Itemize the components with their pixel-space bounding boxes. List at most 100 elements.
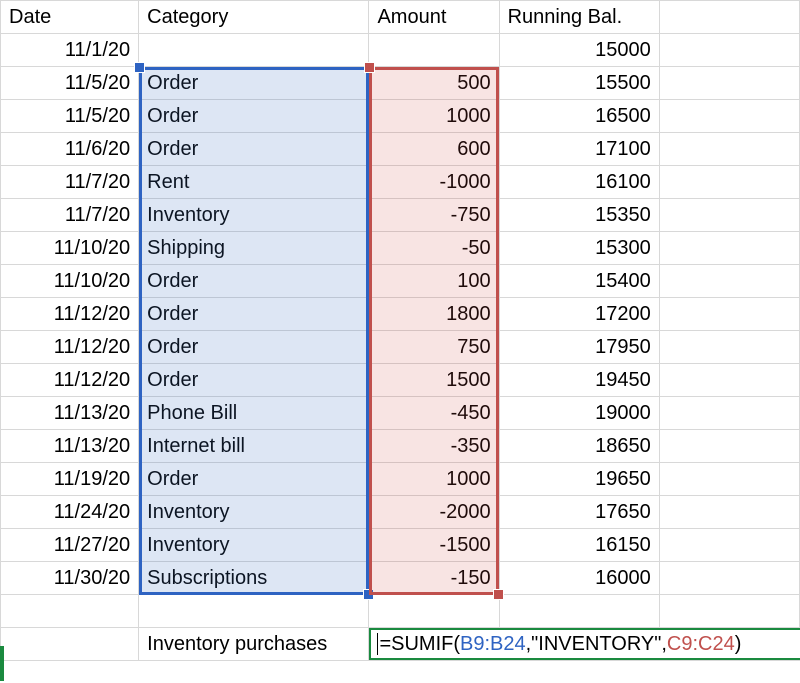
cell-running[interactable]: 19450 [499, 364, 659, 397]
empty-cell[interactable] [659, 298, 799, 331]
empty-cell[interactable] [659, 232, 799, 265]
empty-cell[interactable] [659, 133, 799, 166]
cell-date[interactable]: 11/12/20 [1, 298, 139, 331]
cell-amount[interactable]: -150 [369, 562, 499, 595]
cell-category[interactable] [139, 34, 369, 67]
cell-running[interactable]: 18650 [499, 430, 659, 463]
empty-cell[interactable] [659, 100, 799, 133]
cell-date[interactable]: 11/6/20 [1, 133, 139, 166]
cell-running[interactable]: 16100 [499, 166, 659, 199]
cell-amount[interactable]: -750 [369, 199, 499, 232]
cell-amount[interactable]: -350 [369, 430, 499, 463]
table-row: 11/13/20Phone Bill-45019000 [1, 397, 800, 430]
cell-date[interactable]: 11/5/20 [1, 100, 139, 133]
cell-amount[interactable]: -1000 [369, 166, 499, 199]
cell-category[interactable]: Order [139, 364, 369, 397]
empty-cell[interactable] [659, 166, 799, 199]
cell-running[interactable]: 17200 [499, 298, 659, 331]
cell-category[interactable]: Order [139, 265, 369, 298]
cell-date[interactable]: 11/24/20 [1, 496, 139, 529]
empty-cell[interactable] [659, 364, 799, 397]
empty-cell[interactable] [659, 397, 799, 430]
formula-text: ) [735, 633, 742, 656]
cell-category[interactable]: Inventory [139, 496, 369, 529]
cell-running[interactable]: 19650 [499, 463, 659, 496]
cell-category[interactable]: Inventory [139, 199, 369, 232]
cell-category[interactable]: Order [139, 463, 369, 496]
cell-running[interactable]: 17950 [499, 331, 659, 364]
table-row: 11/30/20Subscriptions-15016000 [1, 562, 800, 595]
cell-amount[interactable]: 500 [369, 67, 499, 100]
cell-date[interactable]: 11/7/20 [1, 166, 139, 199]
cell-amount[interactable]: 1000 [369, 100, 499, 133]
cell-category[interactable]: Order [139, 331, 369, 364]
spreadsheet-view[interactable]: Date Category Amount Running Bal. 11/1/2… [0, 0, 800, 683]
empty-cell[interactable] [1, 628, 139, 661]
cell-date[interactable]: 11/13/20 [1, 397, 139, 430]
formula-edit-cell[interactable]: =SUMIF(B9:B24,"INVENTORY",C9:C24) [369, 628, 800, 661]
cell-category[interactable]: Order [139, 67, 369, 100]
empty-cell[interactable] [659, 67, 799, 100]
formula-label-cell[interactable]: Inventory purchases [139, 628, 369, 661]
cell-amount[interactable]: -2000 [369, 496, 499, 529]
empty-cell[interactable] [659, 430, 799, 463]
cell-amount[interactable]: 100 [369, 265, 499, 298]
cell-running[interactable]: 15500 [499, 67, 659, 100]
cell-category[interactable]: Order [139, 298, 369, 331]
cell-date[interactable]: 11/19/20 [1, 463, 139, 496]
cell-category[interactable]: Order [139, 133, 369, 166]
header-amount[interactable]: Amount [369, 1, 499, 34]
empty-cell[interactable] [659, 529, 799, 562]
cell-category[interactable]: Subscriptions [139, 562, 369, 595]
cell-date[interactable]: 11/30/20 [1, 562, 139, 595]
cell-amount[interactable]: 750 [369, 331, 499, 364]
cell-running[interactable]: 16000 [499, 562, 659, 595]
cell-amount[interactable]: 1800 [369, 298, 499, 331]
cell-date[interactable]: 11/7/20 [1, 199, 139, 232]
cell-date[interactable]: 11/27/20 [1, 529, 139, 562]
empty-cell[interactable] [659, 496, 799, 529]
cell-category[interactable]: Phone Bill [139, 397, 369, 430]
cell-running[interactable]: 19000 [499, 397, 659, 430]
cell-date[interactable]: 11/12/20 [1, 364, 139, 397]
cell-running[interactable]: 15000 [499, 34, 659, 67]
cell-amount[interactable]: 1000 [369, 463, 499, 496]
cell-running[interactable]: 15350 [499, 199, 659, 232]
cell-date[interactable]: 11/10/20 [1, 265, 139, 298]
cell-category[interactable]: Shipping [139, 232, 369, 265]
cell-running[interactable]: 17650 [499, 496, 659, 529]
cell-category[interactable]: Internet bill [139, 430, 369, 463]
text-cursor [377, 633, 378, 655]
empty-cell[interactable] [659, 463, 799, 496]
cell-category[interactable]: Order [139, 100, 369, 133]
formula-editor[interactable]: =SUMIF(B9:B24,"INVENTORY",C9:C24) [369, 628, 800, 660]
cell-date[interactable]: 11/10/20 [1, 232, 139, 265]
cell-running[interactable]: 15400 [499, 265, 659, 298]
cell-amount[interactable]: 1500 [369, 364, 499, 397]
cell-date[interactable]: 11/13/20 [1, 430, 139, 463]
empty-header-cell[interactable] [659, 1, 799, 34]
cell-date[interactable]: 11/5/20 [1, 67, 139, 100]
cell-amount[interactable]: -450 [369, 397, 499, 430]
empty-cell[interactable] [659, 331, 799, 364]
empty-cell[interactable] [659, 199, 799, 232]
cell-category[interactable]: Inventory [139, 529, 369, 562]
empty-cell[interactable] [659, 265, 799, 298]
cell-running[interactable]: 16150 [499, 529, 659, 562]
ledger-table[interactable]: Date Category Amount Running Bal. 11/1/2… [0, 0, 800, 661]
header-date[interactable]: Date [1, 1, 139, 34]
cell-date[interactable]: 11/1/20 [1, 34, 139, 67]
cell-amount[interactable] [369, 34, 499, 67]
cell-category[interactable]: Rent [139, 166, 369, 199]
cell-running[interactable]: 15300 [499, 232, 659, 265]
empty-cell[interactable] [659, 34, 799, 67]
cell-running[interactable]: 16500 [499, 100, 659, 133]
header-running[interactable]: Running Bal. [499, 1, 659, 34]
empty-cell[interactable] [659, 562, 799, 595]
cell-amount[interactable]: -1500 [369, 529, 499, 562]
cell-amount[interactable]: 600 [369, 133, 499, 166]
cell-amount[interactable]: -50 [369, 232, 499, 265]
cell-date[interactable]: 11/12/20 [1, 331, 139, 364]
header-category[interactable]: Category [139, 1, 369, 34]
cell-running[interactable]: 17100 [499, 133, 659, 166]
